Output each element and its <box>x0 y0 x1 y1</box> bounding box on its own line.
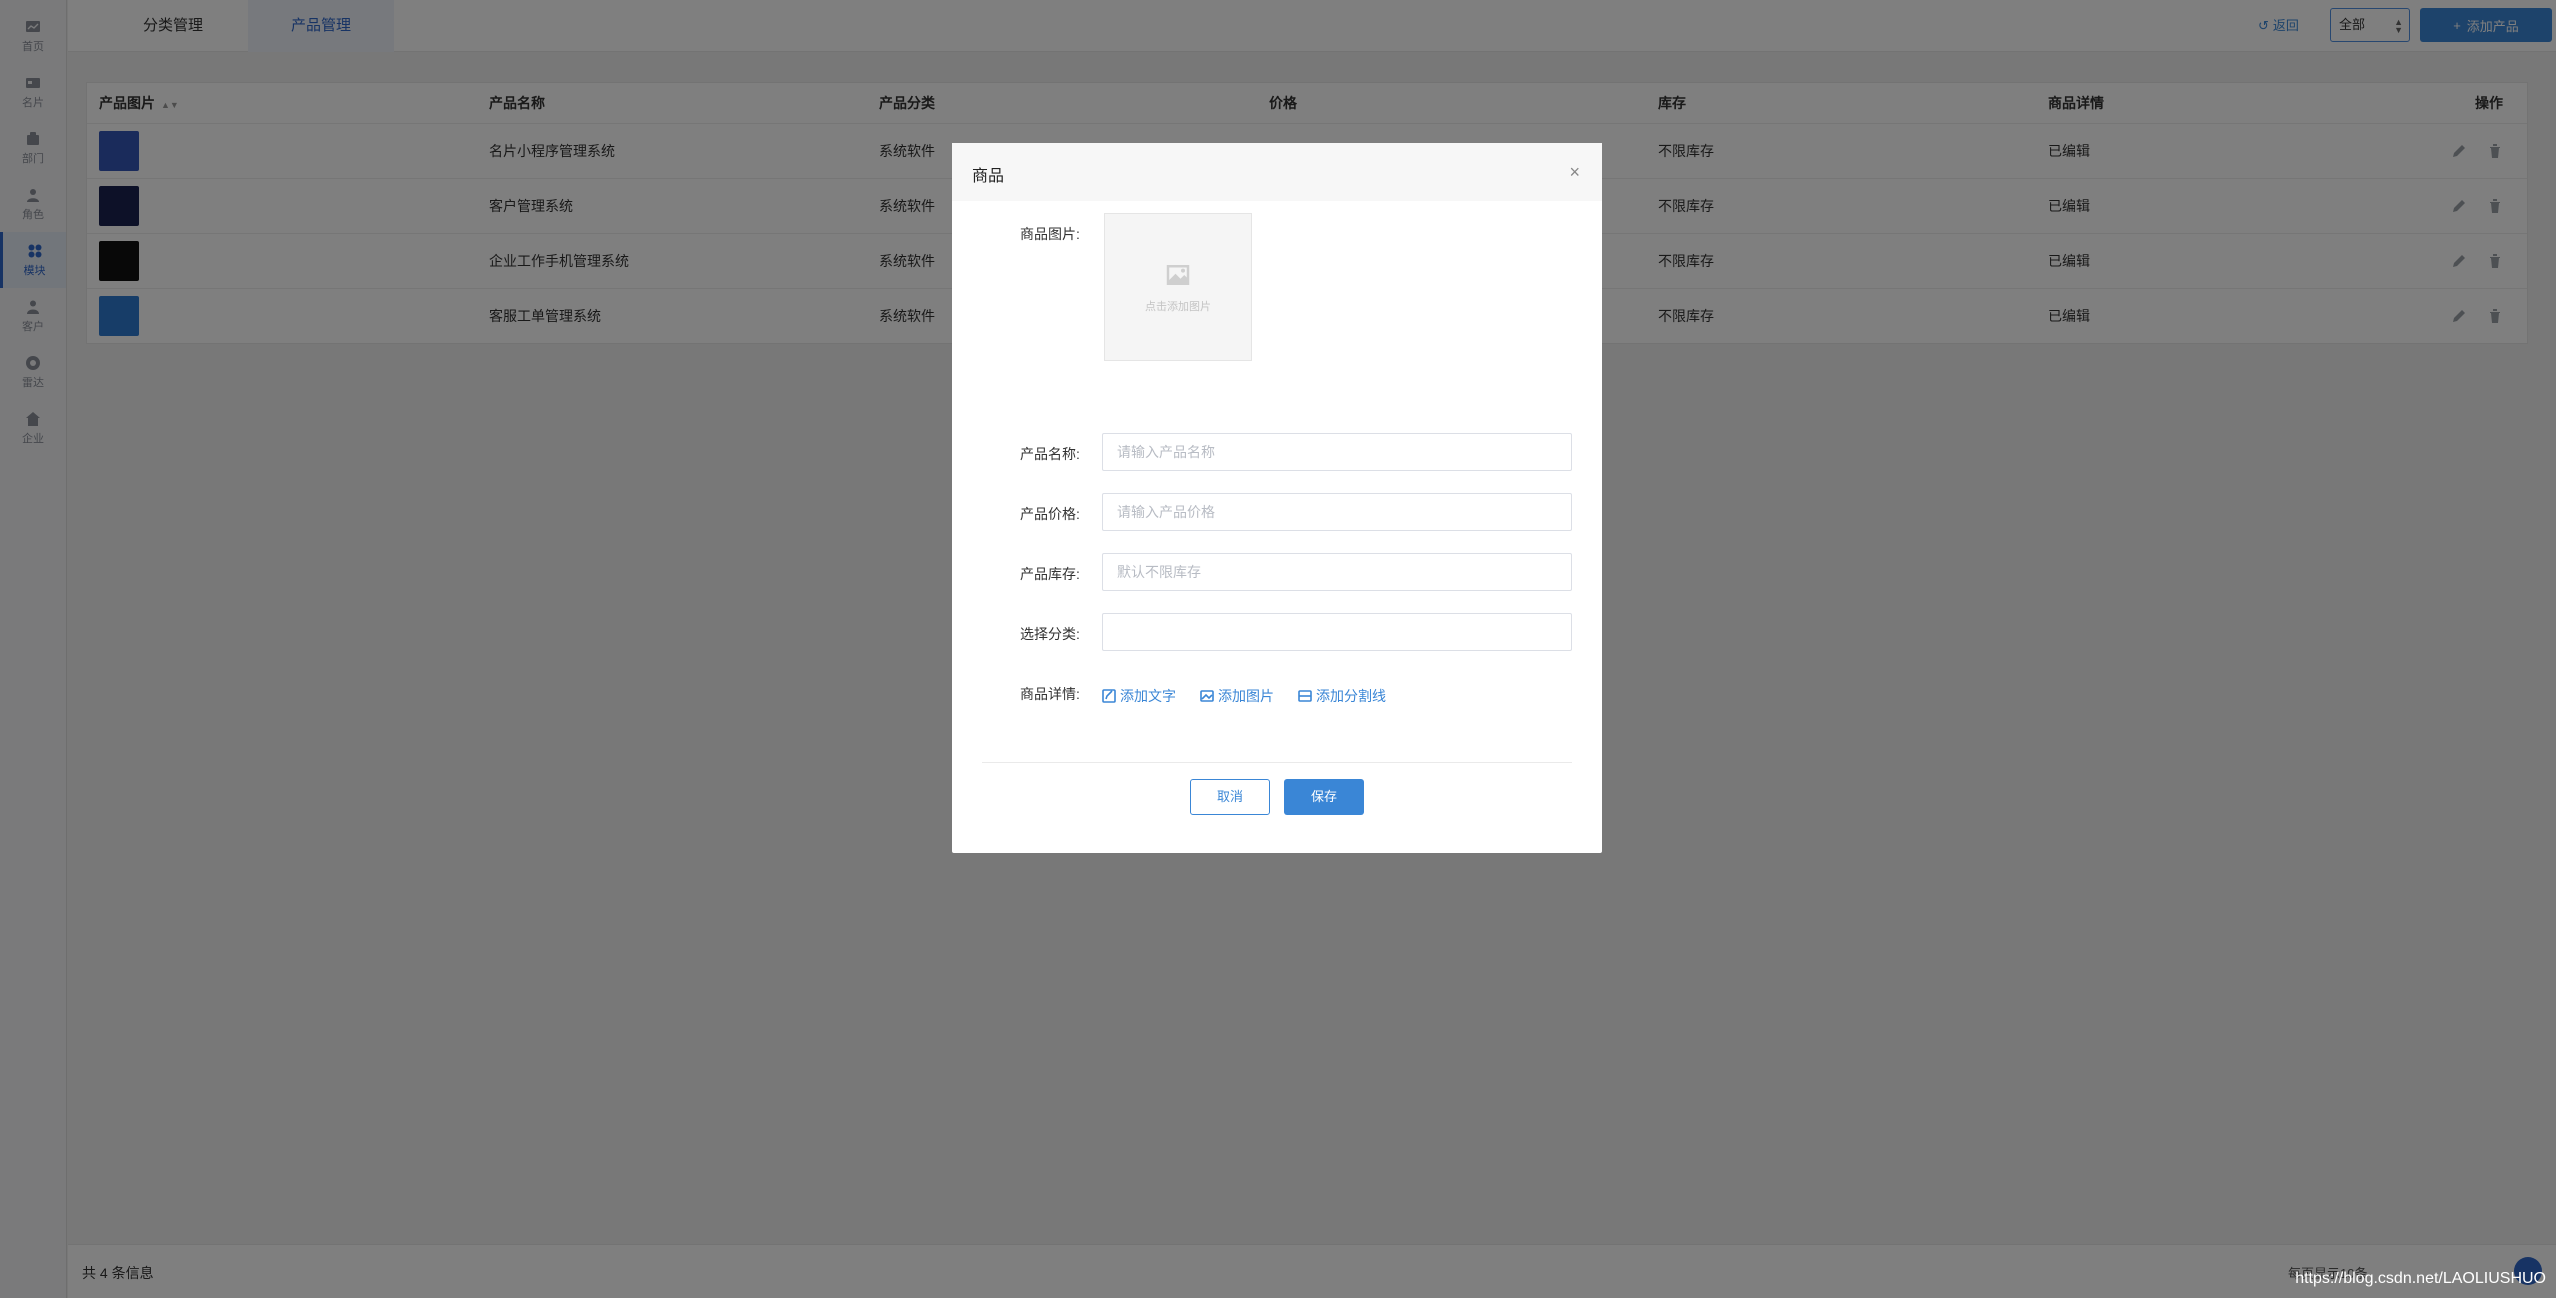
save-button[interactable]: 保存 <box>1284 779 1364 815</box>
price-label: 产品价格: <box>1020 506 1080 522</box>
product-price-input[interactable] <box>1102 493 1572 531</box>
name-label: 产品名称: <box>1020 446 1080 462</box>
upload-hint: 点击添加图片 <box>1145 301 1211 313</box>
add-text-button[interactable]: 添加文字 <box>1102 686 1176 706</box>
modal-header: 商品 × <box>952 143 1602 201</box>
image-placeholder-icon <box>1166 265 1190 285</box>
edit-icon <box>1102 689 1116 703</box>
category-select[interactable] <box>1102 613 1572 651</box>
detail-label: 商品详情: <box>1020 686 1080 702</box>
detail-actions: 添加文字 添加图片 添加分割线 <box>1102 686 1386 706</box>
image-upload[interactable]: 点击添加图片 <box>1104 213 1252 361</box>
add-divider-button[interactable]: 添加分割线 <box>1298 686 1386 706</box>
add-image-button[interactable]: 添加图片 <box>1200 686 1274 706</box>
category-label: 选择分类: <box>1020 626 1080 642</box>
stock-label: 产品库存: <box>1020 566 1080 582</box>
image-icon <box>1200 690 1214 702</box>
product-modal: 商品 × 商品图片: 点击添加图片 产品名称: 产品价格: 产品库存: 选择分类… <box>952 143 1602 853</box>
modal-divider <box>982 762 1572 763</box>
product-name-input[interactable] <box>1102 433 1572 471</box>
divider-icon <box>1298 690 1312 702</box>
product-stock-input[interactable] <box>1102 553 1572 591</box>
modal-title: 商品 <box>972 168 1005 185</box>
image-label: 商品图片: <box>1020 226 1080 242</box>
cancel-button[interactable]: 取消 <box>1190 779 1270 815</box>
close-icon[interactable]: × <box>1569 163 1580 181</box>
watermark: https://blog.csdn.net/LAOLIUSHUO <box>2295 1270 2546 1287</box>
